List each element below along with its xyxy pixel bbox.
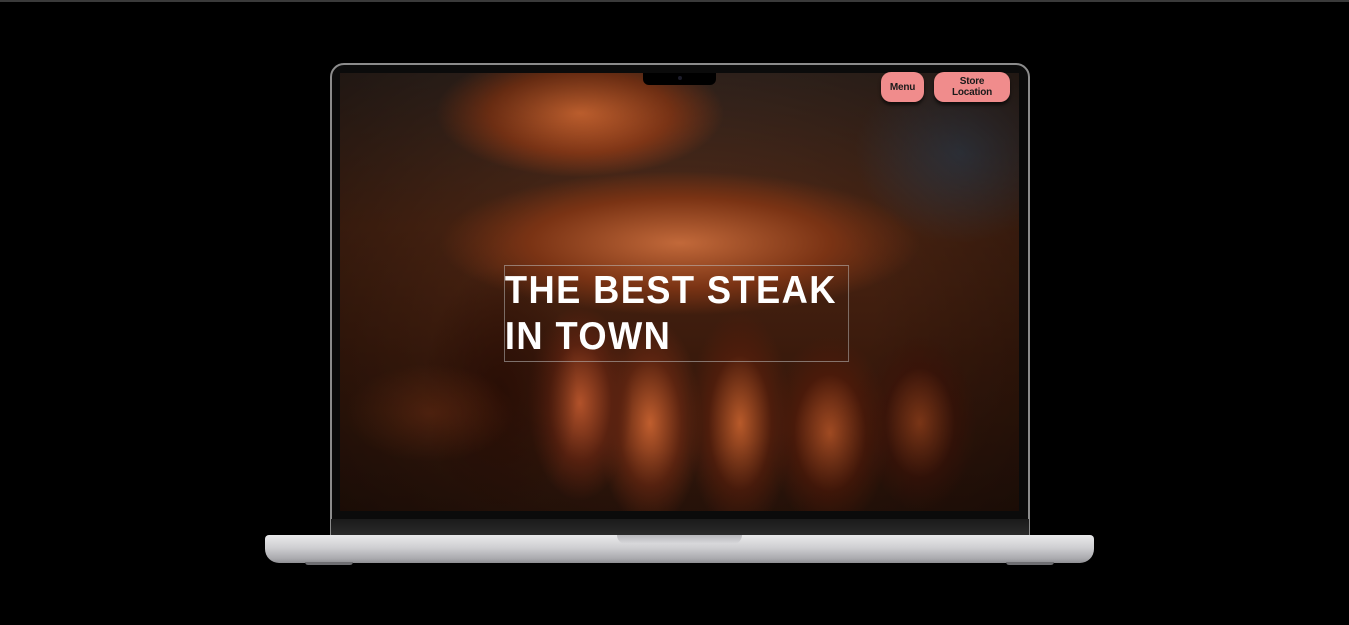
laptop-foot-right: [1006, 562, 1054, 565]
laptop-base-notch: [617, 535, 742, 544]
laptop-chin: [331, 519, 1029, 535]
camera-notch: [643, 73, 716, 85]
laptop-base: [265, 535, 1094, 563]
top-border-line: [0, 0, 1349, 2]
laptop-foot-left: [305, 562, 353, 565]
camera-icon: [678, 76, 682, 80]
menu-button[interactable]: Menu: [881, 72, 924, 102]
hero-title: THE BEST STEAK IN TOWN: [504, 265, 850, 362]
store-location-button[interactable]: Store Location: [934, 72, 1010, 102]
